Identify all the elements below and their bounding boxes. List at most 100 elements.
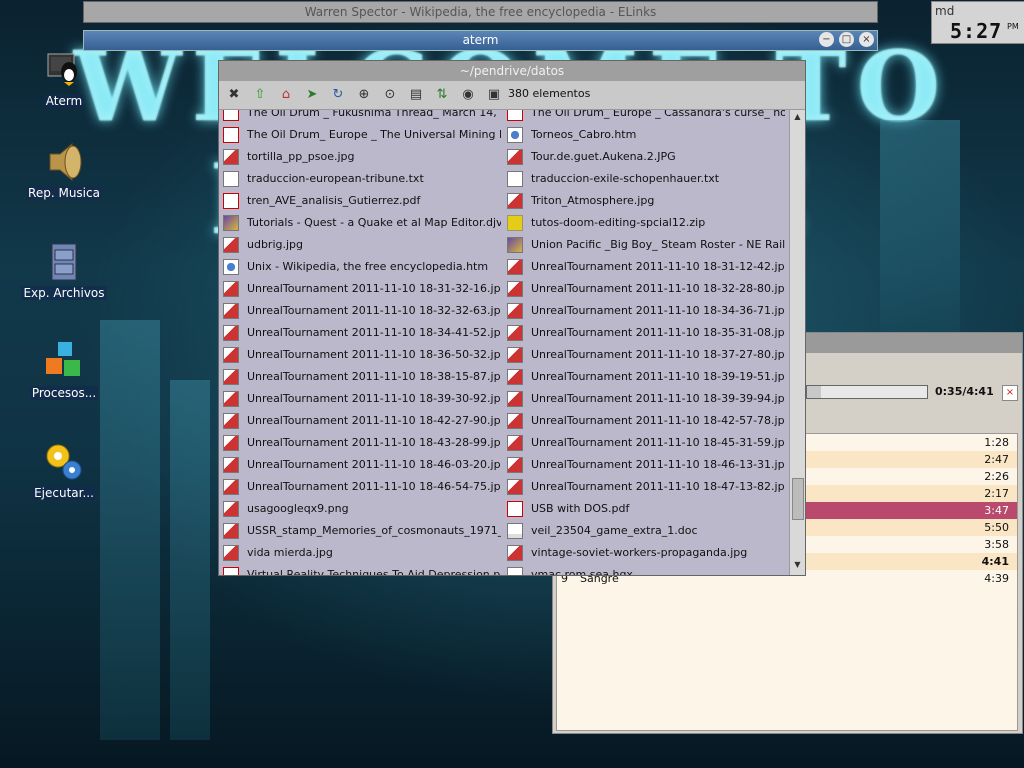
zoom-fit-icon[interactable]: ⊙ [381, 86, 399, 104]
file-item[interactable]: UnrealTournament 2011-11-10 18-36-50-32.… [219, 344, 501, 366]
refresh-icon[interactable]: ↻ [329, 86, 347, 104]
file-manager-title[interactable]: ~/pendrive/datos [219, 61, 805, 81]
track-dur: 2:47 [984, 453, 1009, 466]
file-item[interactable]: Unix - Wikipedia, the free encyclopedia.… [219, 256, 501, 278]
htm-file-icon [223, 259, 239, 275]
file-item[interactable]: UnrealTournament 2011-11-10 18-31-32-16.… [219, 278, 501, 300]
eye-icon[interactable]: ◉ [459, 86, 477, 104]
file-item[interactable]: udbrig.jpg [219, 234, 501, 256]
file-item[interactable]: UnrealTournament 2011-11-10 18-35-31-08.… [503, 322, 785, 344]
file-item[interactable]: vida mierda.jpg [219, 542, 501, 564]
minimize-button[interactable]: − [819, 32, 834, 47]
file-item[interactable]: UnrealTournament 2011-11-10 18-39-30-92.… [219, 388, 501, 410]
file-name: UnrealTournament 2011-11-10 18-31-12-42.… [531, 260, 785, 273]
player-close-icon[interactable]: × [1002, 385, 1018, 401]
elinks-window-title[interactable]: Warren Spector - Wikipedia, the free enc… [83, 1, 878, 23]
img-file-icon [507, 347, 523, 363]
maximize-button[interactable]: □ [839, 32, 854, 47]
txt-file-icon [507, 171, 523, 187]
file-item[interactable]: UnrealTournament 2011-11-10 18-46-54-75.… [219, 476, 501, 498]
file-item[interactable]: UnrealTournament 2011-11-10 18-42-27-90.… [219, 410, 501, 432]
file-item[interactable]: usagoogleqx9.png [219, 498, 501, 520]
file-item[interactable]: UnrealTournament 2011-11-10 18-46-13-31.… [503, 454, 785, 476]
file-item[interactable]: UnrealTournament 2011-11-10 18-34-41-52.… [219, 322, 501, 344]
wallpaper-tower [170, 380, 210, 740]
file-item[interactable]: Torneos_Cabro.htm [503, 124, 785, 146]
pdf-file-icon [223, 193, 239, 209]
file-item[interactable]: The Oil Drum _ Fukushima Thread_ March 1… [219, 110, 501, 124]
file-item[interactable]: UnrealTournament 2011-11-10 18-47-13-82.… [503, 476, 785, 498]
file-item[interactable]: The Oil Drum_ Europe _ Cassandra's curse… [503, 110, 785, 124]
file-name: UnrealTournament 2011-11-10 18-46-54-75.… [247, 480, 501, 493]
file-name: vmac.rom.sea.hqx [531, 568, 633, 575]
djvu-file-icon [507, 237, 523, 253]
doc-file-icon [507, 523, 523, 539]
img-file-icon [223, 303, 239, 319]
file-item[interactable]: UnrealTournament 2011-11-10 18-32-32-63.… [219, 300, 501, 322]
desktop-icon-processes[interactable]: Procesos... [16, 340, 112, 400]
file-name: udbrig.jpg [247, 238, 304, 251]
file-item[interactable]: UnrealTournament 2011-11-10 18-43-28-99.… [219, 432, 501, 454]
aterm-window-title[interactable]: aterm − □ × [83, 30, 878, 51]
file-item[interactable]: UnrealTournament 2011-11-10 18-34-36-71.… [503, 300, 785, 322]
file-item[interactable]: UnrealTournament 2011-11-10 18-46-03-20.… [219, 454, 501, 476]
file-item[interactable]: UnrealTournament 2011-11-10 18-31-12-42.… [503, 256, 785, 278]
img-file-icon [223, 347, 239, 363]
img-file-icon [507, 413, 523, 429]
img-file-icon [223, 325, 239, 341]
img-file-icon [507, 435, 523, 451]
desktop-icon-label: Rep. Musica [26, 186, 102, 200]
img-file-icon [223, 413, 239, 429]
go-icon[interactable]: ➤ [303, 86, 321, 104]
file-item[interactable]: vintage-soviet-workers-propaganda.jpg [503, 542, 785, 564]
file-item[interactable]: Tour.de.guet.Aukena.2.JPG [503, 146, 785, 168]
scrollbar-thumb[interactable] [792, 478, 804, 520]
desktop-icon-run[interactable]: Ejecutar... [16, 440, 112, 500]
file-item[interactable]: tutos-doom-editing-spcial12.zip [503, 212, 785, 234]
file-item[interactable]: The Oil Drum_ Europe _ The Universal Min… [219, 124, 501, 146]
list-view-icon[interactable]: ▤ [407, 86, 425, 104]
zoom-in-icon[interactable]: ⊕ [355, 86, 373, 104]
desktop-icon-music[interactable]: Rep. Musica [16, 140, 112, 200]
file-item[interactable]: Union Pacific _Big Boy_ Steam Roster - N… [503, 234, 785, 256]
file-item[interactable]: traduccion-exile-schopenhauer.txt [503, 168, 785, 190]
home-icon[interactable]: ⌂ [277, 86, 295, 104]
file-item[interactable]: UnrealTournament 2011-11-10 18-39-19-51.… [503, 366, 785, 388]
sort-icon[interactable]: ⇅ [433, 86, 451, 104]
close-icon[interactable]: ✖ [225, 86, 243, 104]
file-list[interactable]: The Oil Drum _ Fukushima Thread_ March 1… [219, 110, 789, 575]
file-item[interactable]: UnrealTournament 2011-11-10 18-39-39-94.… [503, 388, 785, 410]
up-arrow-icon[interactable]: ⇧ [251, 86, 269, 104]
file-item[interactable]: UnrealTournament 2011-11-10 18-32-28-80.… [503, 278, 785, 300]
close-button[interactable]: × [859, 32, 874, 47]
file-item[interactable]: veil_23504_game_extra_1.doc [503, 520, 785, 542]
djvu-file-icon [223, 215, 239, 231]
file-item[interactable]: Virtual Reality Techniques To Aid Depres… [219, 564, 501, 575]
file-manager-window[interactable]: ~/pendrive/datos ✖ ⇧ ⌂ ➤ ↻ ⊕ ⊙ ▤ ⇅ ◉ ▣ 3… [218, 60, 806, 576]
desktop-icon-label: Procesos... [29, 386, 99, 400]
file-item[interactable]: UnrealTournament 2011-11-10 18-38-15-87.… [219, 366, 501, 388]
file-item[interactable]: Tutorials - Quest - a Quake et al Map Ed… [219, 212, 501, 234]
file-item[interactable]: traduccion-european-tribune.txt [219, 168, 501, 190]
file-item[interactable]: vmac.rom.sea.hqx [503, 564, 785, 575]
properties-icon[interactable]: ▣ [485, 86, 503, 104]
desktop-icon-aterm[interactable]: Aterm [16, 48, 112, 108]
file-item[interactable]: UnrealTournament 2011-11-10 18-42-57-78.… [503, 410, 785, 432]
img-file-icon [223, 281, 239, 297]
desktop-icon-files[interactable]: Exp. Archivos [16, 240, 112, 300]
file-item[interactable]: UnrealTournament 2011-11-10 18-45-31-59.… [503, 432, 785, 454]
file-list-scrollbar[interactable]: ▲ ▼ [789, 110, 805, 575]
file-name: usagoogleqx9.png [247, 502, 349, 515]
file-item[interactable]: USB with DOS.pdf [503, 498, 785, 520]
playback-progress[interactable] [806, 385, 928, 399]
img-file-icon [507, 545, 523, 561]
scroll-down-icon[interactable]: ▼ [791, 560, 804, 572]
file-item[interactable]: USSR_stamp_Memories_of_cosmonauts_1971_ [219, 520, 501, 542]
file-name: Virtual Reality Techniques To Aid Depres… [247, 568, 501, 575]
file-item[interactable]: tren_AVE_analisis_Gutierrez.pdf [219, 190, 501, 212]
file-item[interactable]: Triton_Atmosphere.jpg [503, 190, 785, 212]
file-item[interactable]: UnrealTournament 2011-11-10 18-37-27-80.… [503, 344, 785, 366]
file-name: Torneos_Cabro.htm [531, 128, 637, 141]
file-item[interactable]: tortilla_pp_psoe.jpg [219, 146, 501, 168]
scroll-up-icon[interactable]: ▲ [791, 112, 804, 124]
